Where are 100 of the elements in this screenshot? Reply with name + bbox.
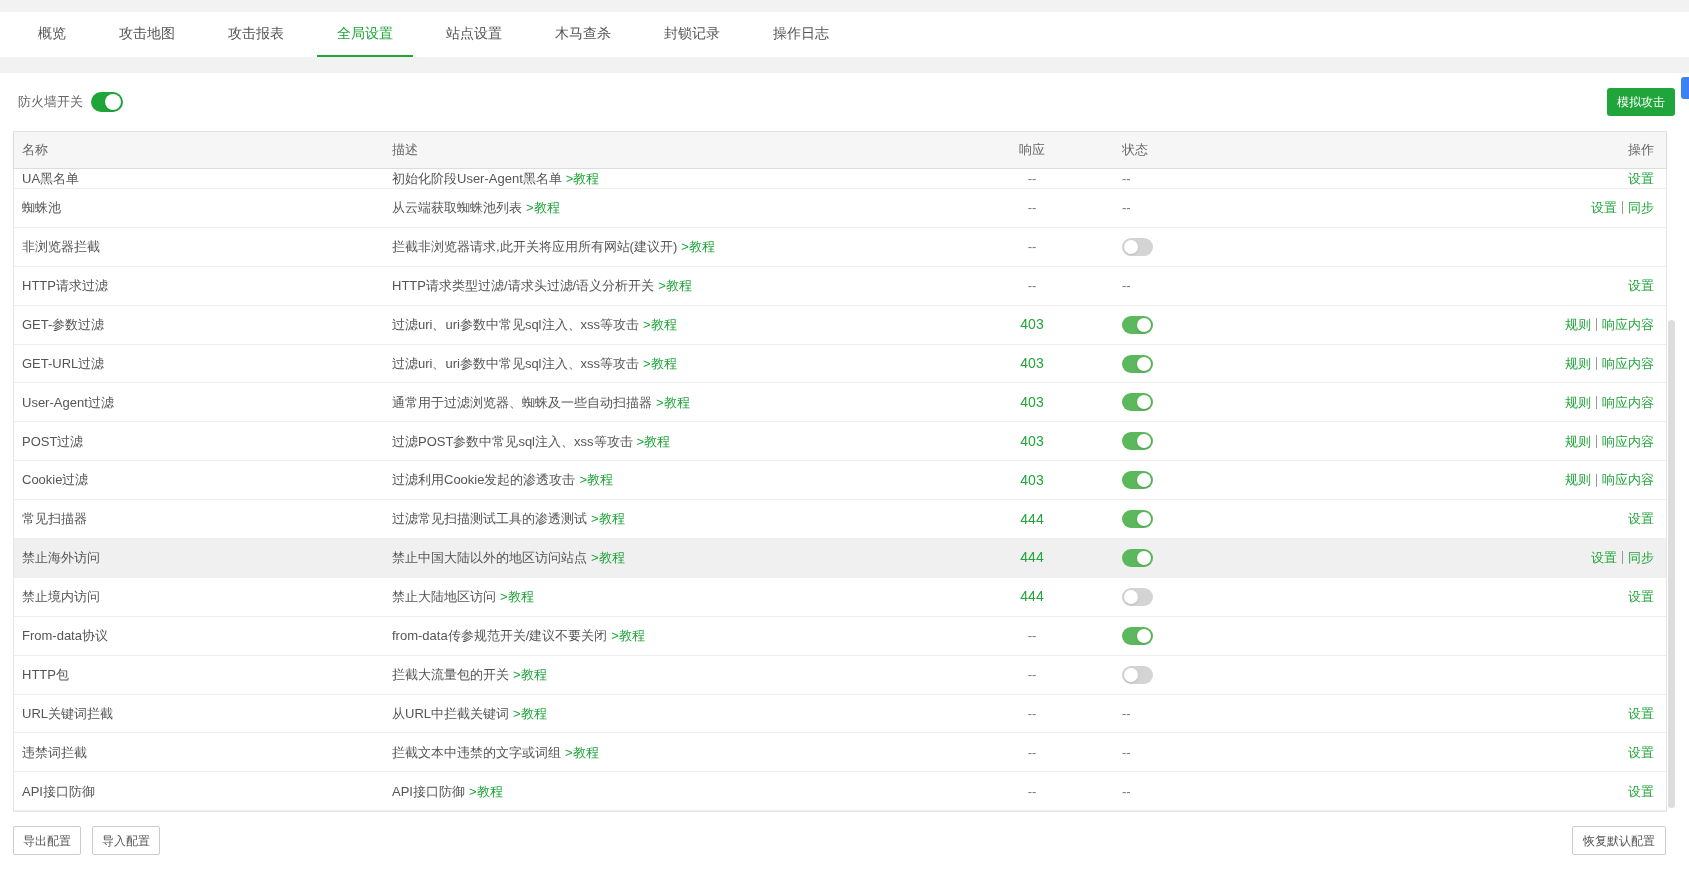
toggle-switch[interactable] [1122, 587, 1153, 606]
action-link[interactable]: 设置 [1628, 587, 1654, 607]
table-cell-text: 非浏览器拦截 [21, 238, 101, 257]
table-cell-text: 过滤常见扫描测试工具的渗透测试 [392, 510, 587, 529]
tutorial-link[interactable]: >教程 [513, 664, 547, 685]
table-cell-text: 通常用于过滤浏览器、蜘蛛及一些自动扫描器 [392, 393, 652, 412]
action-link[interactable]: 响应内容 [1602, 353, 1654, 374]
tab[interactable]: 操作日志 [753, 12, 849, 57]
tab[interactable]: 攻击地图 [99, 12, 195, 57]
action-link[interactable]: 设置 [1628, 275, 1654, 296]
table-cell-text: 403 [1020, 431, 1044, 451]
tab[interactable]: 木马查杀 [535, 12, 631, 57]
tutorial-link[interactable]: >教程 [500, 587, 534, 607]
toggle-switch[interactable] [1122, 315, 1153, 334]
action-link[interactable]: 规则 [1565, 314, 1591, 335]
toggle-switch[interactable] [1122, 393, 1153, 412]
tutorial-link[interactable]: >教程 [643, 314, 677, 335]
tutorial-link[interactable]: >教程 [643, 353, 677, 374]
toggle-switch[interactable] [91, 92, 123, 112]
column-header: 名称 [21, 141, 49, 160]
tutorial-link[interactable]: >教程 [513, 703, 547, 724]
action-link[interactable]: 设置 [1591, 548, 1617, 568]
tutorial-link[interactable]: >教程 [579, 470, 614, 490]
config-button[interactable]: 导出配置 [13, 826, 81, 856]
tutorial-link[interactable]: >教程 [591, 509, 625, 529]
tutorial-link[interactable]: >教程 [681, 237, 715, 257]
toggle-switch[interactable] [1122, 548, 1153, 567]
action-link[interactable]: 规则 [1565, 470, 1591, 490]
table-cell-text: Cookie过滤 [21, 471, 90, 490]
table-cell-text: HTTP请求类型过滤/请求头过滤/语义分析开关 [392, 276, 655, 295]
toggle-switch[interactable] [1122, 626, 1153, 645]
config-button[interactable]: 导入配置 [92, 826, 160, 856]
tutorial-link[interactable]: >教程 [468, 781, 503, 802]
toggle-switch[interactable] [1122, 237, 1153, 256]
table-cell-text: -- [1122, 704, 1131, 723]
table-cell-text: -- [1027, 238, 1037, 257]
action-link[interactable]: 设置 [1628, 742, 1654, 763]
action-link[interactable]: 同步 [1628, 198, 1654, 218]
table-cell-text: 444 [1020, 509, 1044, 529]
tutorial-link[interactable]: >教程 [565, 742, 599, 763]
action-link[interactable]: 响应内容 [1602, 470, 1654, 490]
action-link[interactable]: 规则 [1565, 353, 1591, 374]
table-cell-text: 禁止中国大陆以外的地区访问站点 [392, 549, 587, 568]
action-link[interactable]: 同步 [1628, 548, 1654, 568]
table-cell-text: API接口防御 [21, 782, 96, 801]
table-cell-text: API接口防御 [392, 782, 465, 801]
table-cell-text: URL关键词拦截 [21, 704, 114, 723]
action-link[interactable]: 设置 [1628, 703, 1654, 724]
table-cell-text: GET-URL过滤 [21, 354, 106, 373]
tutorial-link[interactable]: >教程 [565, 168, 600, 189]
action-link[interactable]: 响应内容 [1602, 314, 1654, 335]
tab[interactable]: 站点设置 [426, 12, 522, 57]
action-link[interactable]: 规则 [1565, 431, 1591, 452]
table-cell-text: 过滤uri、uri参数中常见sql注入、xss等攻击 [392, 315, 639, 334]
table-cell-text: 拦截文本中违禁的文字或词组 [392, 743, 561, 762]
table-cell-text: 违禁词拦截 [21, 743, 88, 762]
table-cell-text: from-data传参规范开关/建议不要关闭 [392, 627, 608, 645]
action-link[interactable]: 设置 [1628, 781, 1654, 802]
column-header: 响应 [1018, 141, 1046, 160]
column-header: 状态 [1121, 141, 1149, 160]
toggle-switch[interactable] [1122, 665, 1153, 684]
action-link[interactable]: 规则 [1565, 392, 1591, 413]
table-cell-text: 初始化阶段User-Agent黑名单 [392, 169, 562, 188]
action-link[interactable]: 设置 [1591, 198, 1617, 218]
table-cell-text: 蜘蛛池 [21, 199, 62, 218]
table-cell-text: 禁止境内访问 [21, 588, 101, 607]
action-link[interactable]: 设置 [1628, 168, 1654, 189]
table-cell-text: 禁止海外访问 [21, 549, 101, 568]
table-cell-text: -- [1027, 665, 1037, 684]
scrollbar-thumb[interactable] [1668, 320, 1675, 808]
firewall-label: 防火墙开关 [18, 93, 83, 112]
table-cell-text: -- [1122, 169, 1131, 188]
toggle-switch[interactable] [1122, 432, 1153, 451]
table-cell-text: -- [1027, 169, 1037, 188]
table-cell-text: User-Agent过滤 [21, 393, 115, 412]
table-cell-text: 拦截大流量包的开关 [392, 665, 509, 684]
table-cell-text: GET-参数过滤 [21, 315, 106, 334]
action-link[interactable]: 设置 [1628, 509, 1654, 529]
tutorial-link[interactable]: >教程 [591, 548, 625, 568]
table-cell-text: POST过滤 [21, 432, 85, 451]
toggle-switch[interactable] [1122, 471, 1153, 490]
table-cell-text: 403 [1020, 392, 1044, 412]
simulate-attack-button[interactable]: 模拟攻击 [1607, 88, 1675, 116]
tutorial-link[interactable]: >教程 [636, 431, 671, 452]
action-link[interactable]: 响应内容 [1602, 431, 1654, 452]
table-cell-text: -- [1027, 782, 1037, 801]
restore-defaults-button[interactable]: 恢复默认配置 [1572, 826, 1666, 856]
tab[interactable]: 封锁记录 [644, 12, 740, 57]
table-cell-text: 过滤POST参数中常见sql注入、xss等攻击 [392, 432, 633, 451]
toggle-switch[interactable] [1122, 510, 1153, 529]
table-cell-text: From-data协议 [21, 627, 109, 645]
toggle-switch[interactable] [1122, 354, 1153, 373]
tab[interactable]: 概览 [18, 12, 86, 57]
tutorial-link[interactable]: >教程 [611, 626, 645, 646]
side-tab-icon[interactable] [1681, 77, 1689, 99]
tutorial-link[interactable]: >教程 [526, 198, 560, 218]
tutorial-link[interactable]: >教程 [656, 392, 690, 413]
action-link[interactable]: 响应内容 [1602, 392, 1654, 413]
tutorial-link[interactable]: >教程 [658, 275, 692, 296]
tab[interactable]: 攻击报表 [208, 12, 304, 57]
